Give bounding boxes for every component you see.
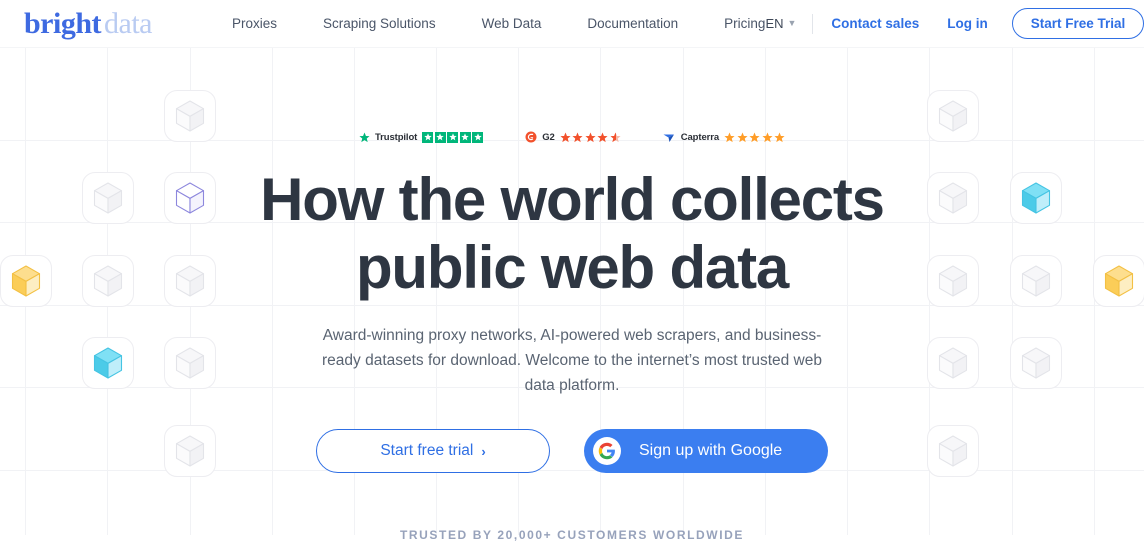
brand-logo[interactable]: brightdata: [24, 9, 152, 39]
trustpilot-star-square: [447, 132, 458, 143]
trustpilot-star-square: [422, 132, 433, 143]
badge-capterra[interactable]: Capterra: [663, 131, 785, 143]
chevron-right-icon: ›: [481, 444, 485, 459]
nav-item-documentation[interactable]: Documentation: [587, 16, 678, 31]
start-free-trial-button[interactable]: Start free trial ›: [316, 429, 550, 473]
trustpilot-star-square: [460, 132, 471, 143]
star-icon: [762, 132, 773, 143]
chevron-down-icon: ▼: [788, 18, 797, 28]
trustpilot-star-square: [435, 132, 446, 143]
page-title: How the world collects public web data: [0, 166, 1144, 303]
language-selector-label: EN: [765, 16, 783, 31]
capterra-logo-icon: [663, 131, 676, 143]
hero-cta-group: Start free trial › Sign up with Google: [0, 429, 1144, 473]
headline-line-2: public web data: [356, 234, 788, 301]
start-free-trial-header-button[interactable]: Start Free Trial: [1012, 8, 1144, 39]
trustpilot-star-icon: [359, 132, 370, 143]
capterra-rating: [724, 132, 785, 143]
headline-line-1: How the world collects: [260, 166, 884, 233]
log-in-link[interactable]: Log in: [947, 16, 988, 31]
google-g-icon: [593, 437, 621, 465]
nav-item-web-data[interactable]: Web Data: [482, 16, 542, 31]
brand-logo-bright: bright: [24, 7, 101, 40]
star-icon: [774, 132, 785, 143]
badge-g2[interactable]: G2: [525, 131, 620, 143]
star-icon: [572, 132, 583, 143]
star-icon: [585, 132, 596, 143]
star-icon: [737, 132, 748, 143]
hero-section: Trustpilot G2: [0, 48, 1144, 473]
hero-subheading: Award-winning proxy networks, AI-powered…: [312, 323, 832, 398]
trustpilot-star-square: [472, 132, 483, 143]
review-badges: Trustpilot G2: [0, 130, 1144, 144]
contact-sales-link[interactable]: Contact sales: [831, 16, 919, 31]
g2-logo-icon: [525, 131, 537, 143]
star-half-icon: [610, 132, 621, 143]
star-icon: [724, 132, 735, 143]
sign-up-with-google-label: Sign up with Google: [639, 442, 782, 460]
nav-item-pricing[interactable]: Pricing: [724, 16, 765, 31]
badge-trustpilot[interactable]: Trustpilot: [359, 132, 483, 143]
start-free-trial-label: Start free trial: [380, 442, 473, 460]
nav-item-scraping-solutions[interactable]: Scraping Solutions: [323, 16, 436, 31]
header-actions: EN ▼ Contact sales Log in Start Free Tri…: [765, 8, 1144, 39]
language-selector[interactable]: EN ▼: [765, 16, 812, 31]
star-icon: [597, 132, 608, 143]
brand-logo-data: data: [104, 7, 152, 40]
star-icon: [560, 132, 571, 143]
badge-capterra-label: Capterra: [681, 132, 719, 143]
star-icon: [749, 132, 760, 143]
g2-rating: [560, 132, 621, 143]
badge-trustpilot-label: Trustpilot: [375, 132, 417, 143]
nav-item-proxies[interactable]: Proxies: [232, 16, 277, 31]
main-navigation: Proxies Scraping Solutions Web Data Docu…: [232, 16, 765, 31]
trustpilot-rating: [422, 132, 483, 143]
sign-up-with-google-button[interactable]: Sign up with Google: [584, 429, 828, 473]
header-divider: [812, 14, 813, 34]
site-header: brightdata Proxies Scraping Solutions We…: [0, 0, 1144, 48]
badge-g2-label: G2: [542, 132, 554, 143]
trusted-strip-label: TRUSTED BY 20,000+ CUSTOMERS WORLDWIDE: [0, 528, 1144, 542]
